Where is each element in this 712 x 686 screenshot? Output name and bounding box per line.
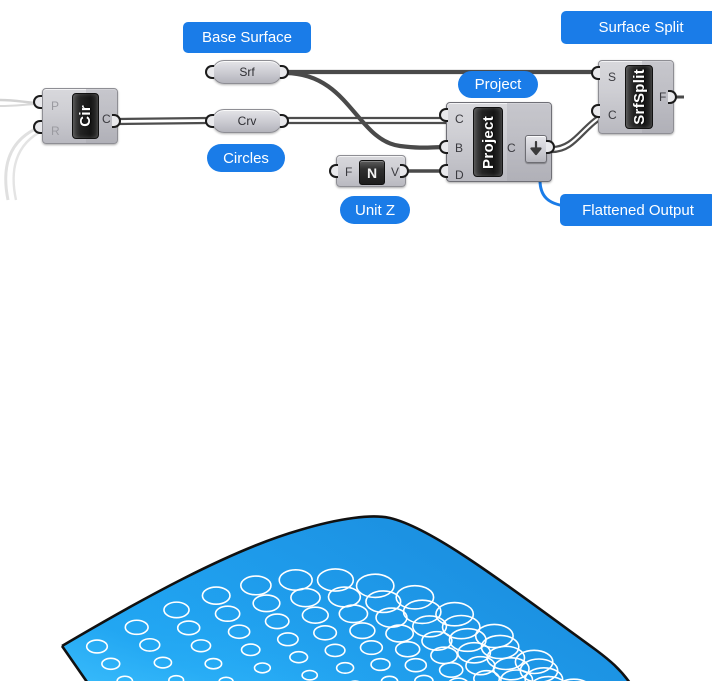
port-project-in-c[interactable]: C	[455, 113, 464, 125]
node-unit-z[interactable]: N F V	[336, 155, 406, 187]
annotation-unit-z: Unit Z	[340, 196, 410, 224]
nub-project-in-d[interactable]	[439, 164, 448, 178]
nub-circle-in-p[interactable]	[33, 95, 42, 109]
node-circle-nameplate: Cir	[72, 93, 99, 139]
nub-unitz-in-f[interactable]	[329, 164, 338, 178]
node-circle[interactable]: Cir P R C	[42, 88, 118, 144]
flatten-arrow-icon[interactable]	[525, 135, 547, 163]
port-circle-in-r[interactable]: R	[51, 125, 60, 137]
node-crv-parameter[interactable]: Crv	[212, 109, 282, 133]
wire-cir-to-crv-a	[118, 118, 208, 119]
nub-circle-in-r[interactable]	[33, 120, 42, 134]
node-project-nameplate: Project	[473, 107, 503, 177]
diagram-canvas: Cir P R C Srf Crv N F V	[0, 0, 712, 681]
annotation-project: Project	[458, 71, 538, 98]
surface-shading	[62, 517, 666, 682]
nub-srfsplit-in-s[interactable]	[591, 66, 600, 80]
port-circle-out-c[interactable]: C	[102, 113, 111, 125]
port-project-out-c[interactable]: C	[507, 142, 516, 154]
node-surface-split[interactable]: SrfSplit S C F	[598, 60, 674, 134]
annotation-circles: Circles	[207, 144, 285, 172]
wire-srf-to-project-b	[286, 73, 446, 148]
port-project-in-d[interactable]: D	[455, 169, 464, 181]
nub-project-in-c[interactable]	[439, 108, 448, 122]
wire-cir-to-crv-b	[118, 123, 208, 124]
annotation-surface-split: Surface Split	[561, 11, 712, 44]
node-project[interactable]: Project C B D C	[446, 102, 552, 182]
port-circle-in-p[interactable]: P	[51, 100, 59, 112]
port-srfsplit-in-c[interactable]: C	[608, 109, 617, 121]
nub-srf-in[interactable]	[205, 65, 214, 79]
nub-crv-in[interactable]	[205, 114, 214, 128]
port-project-in-b[interactable]: B	[455, 142, 463, 154]
nub-srfsplit-in-c[interactable]	[591, 104, 600, 118]
surface-shell	[62, 517, 666, 682]
port-srfsplit-out-f[interactable]: F	[659, 91, 666, 103]
annotation-base-surface: Base Surface	[183, 22, 311, 53]
surface-viewport: {}	[0, 250, 712, 681]
projected-circles-surface: {}	[0, 250, 712, 681]
node-srfsplit-nameplate: SrfSplit	[625, 65, 653, 129]
port-unitz-out-v[interactable]: V	[391, 166, 399, 178]
unit-z-icon: N	[359, 160, 385, 185]
annotation-flattened-output: Flattened Output	[560, 194, 712, 226]
grasshopper-node-graph: Cir P R C Srf Crv N F V	[0, 0, 712, 240]
port-unitz-in-f[interactable]: F	[345, 166, 352, 178]
node-srf-parameter[interactable]: Srf	[212, 60, 282, 84]
wire-incoming-r	[6, 126, 42, 200]
port-srfsplit-in-s[interactable]: S	[608, 71, 616, 83]
nub-project-in-b[interactable]	[439, 140, 448, 154]
